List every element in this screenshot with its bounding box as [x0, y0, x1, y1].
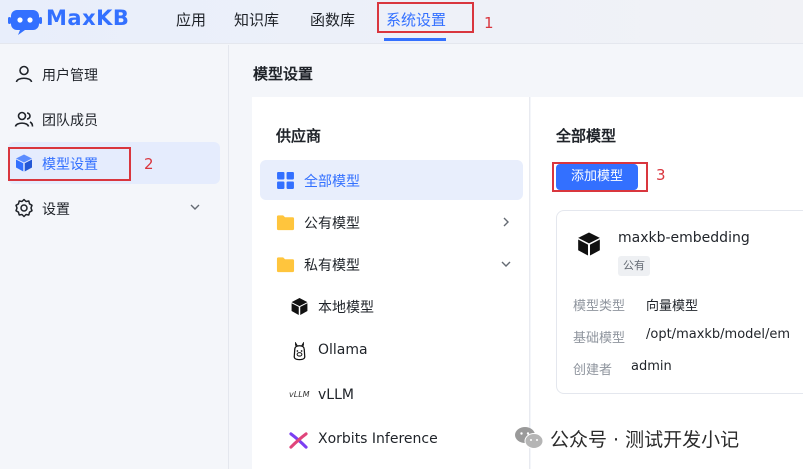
sidebar-item-label: 设置 [42, 202, 70, 218]
provider-item-label: Xorbits Inference [318, 431, 438, 447]
sidebar: 用户管理 团队成员 模型设置 设置 [0, 45, 229, 469]
provider-item-all-models[interactable]: 全部模型 [260, 160, 523, 200]
base-model-label: 基础模型 [573, 331, 626, 346]
watermark-text: 公众号 · 测试开发小记 [550, 429, 740, 451]
annotation-box-2 [8, 147, 131, 181]
wechat-icon [515, 427, 544, 449]
provider-item-label: Ollama [318, 342, 368, 358]
app-name: MaxKB [46, 6, 130, 30]
folder-icon [276, 215, 295, 231]
models-heading: 全部模型 [556, 127, 617, 145]
base-model-value: /opt/maxkb/model/em [646, 327, 791, 342]
model-visibility-badge: 公有 [618, 256, 650, 276]
llama-icon [293, 342, 306, 361]
provider-item-label: 本地模型 [318, 300, 374, 316]
vllm-icon: vLLM [289, 390, 310, 399]
cube-icon [578, 232, 600, 256]
provider-item-vllm[interactable]: vLLM vLLM [260, 376, 523, 416]
annotation-number-2: 2 [144, 155, 154, 173]
creator-value: admin [631, 359, 672, 374]
sidebar-item-settings[interactable]: 设置 [8, 187, 220, 229]
model-type-label: 模型类型 [573, 299, 626, 314]
nav-knowledge-base[interactable]: 知识库 [234, 9, 279, 30]
gear-icon [15, 198, 33, 218]
annotation-number-1: 1 [484, 14, 494, 32]
sidebar-item-team-members[interactable]: 团队成员 [8, 98, 220, 140]
cube-icon [291, 298, 308, 315]
provider-panel: 供应商 全部模型 公有模型 私有模型 本地模型 Ollama vLLM vLLM… [252, 97, 530, 469]
provider-item-private-models[interactable]: 私有模型 [260, 244, 523, 284]
page-title: 模型设置 [253, 65, 314, 83]
folder-icon [276, 257, 295, 273]
xorbits-icon [289, 432, 308, 449]
provider-heading: 供应商 [276, 127, 322, 145]
provider-item-label: 公有模型 [304, 216, 360, 232]
nav-function-library[interactable]: 函数库 [310, 9, 355, 30]
annotation-box-1 [377, 2, 474, 33]
provider-item-ollama[interactable]: Ollama [260, 331, 523, 371]
sidebar-item-label: 用户管理 [42, 68, 98, 84]
provider-item-public-models[interactable]: 公有模型 [260, 202, 523, 242]
chevron-right-icon [503, 217, 509, 227]
provider-item-local-models[interactable]: 本地模型 [260, 286, 523, 326]
user-icon [15, 65, 33, 83]
chevron-down-icon [190, 204, 200, 210]
model-type-value: 向量模型 [646, 299, 699, 314]
provider-item-label: 全部模型 [304, 174, 360, 190]
model-name: maxkb-embedding [618, 230, 750, 246]
team-icon [14, 111, 34, 127]
nav-apps[interactable]: 应用 [176, 9, 206, 30]
grid-icon [277, 172, 294, 189]
robot-logo-icon [8, 10, 42, 35]
nav-active-indicator [384, 38, 446, 41]
annotation-box-3 [552, 162, 648, 192]
provider-item-label: vLLM [318, 387, 354, 403]
provider-item-label: 私有模型 [304, 258, 360, 274]
provider-item-xorbits[interactable]: Xorbits Inference [260, 420, 523, 460]
chevron-down-icon [501, 261, 511, 267]
sidebar-item-user-management[interactable]: 用户管理 [8, 53, 220, 95]
creator-label: 创建者 [573, 363, 613, 378]
sidebar-item-label: 团队成员 [42, 113, 98, 129]
model-card[interactable]: maxkb-embedding 公有 模型类型 向量模型 基础模型 /opt/m… [556, 210, 803, 394]
annotation-number-3: 3 [656, 166, 666, 184]
